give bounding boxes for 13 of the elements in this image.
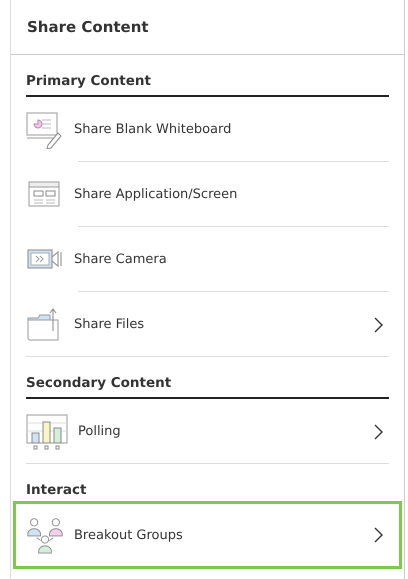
panel-title: Share Content — [27, 18, 149, 36]
menu-item[interactable]: Share Files — [26, 292, 389, 357]
menu-item[interactable]: Polling — [26, 399, 389, 464]
people-icon — [26, 516, 64, 554]
whiteboard-icon — [26, 110, 64, 148]
menu-item[interactable]: Breakout Groups — [14, 502, 401, 568]
section-heading: Interact — [26, 481, 88, 500]
section-heading: Secondary Content — [26, 357, 389, 399]
menu-item[interactable]: Share Blank Whiteboard — [26, 97, 389, 162]
menu-item[interactable]: Share Camera — [26, 227, 389, 292]
bar-chart-icon — [26, 412, 68, 450]
section-heading: Primary Content — [26, 55, 389, 97]
menu-item[interactable]: Share Application/Screen — [26, 162, 389, 227]
